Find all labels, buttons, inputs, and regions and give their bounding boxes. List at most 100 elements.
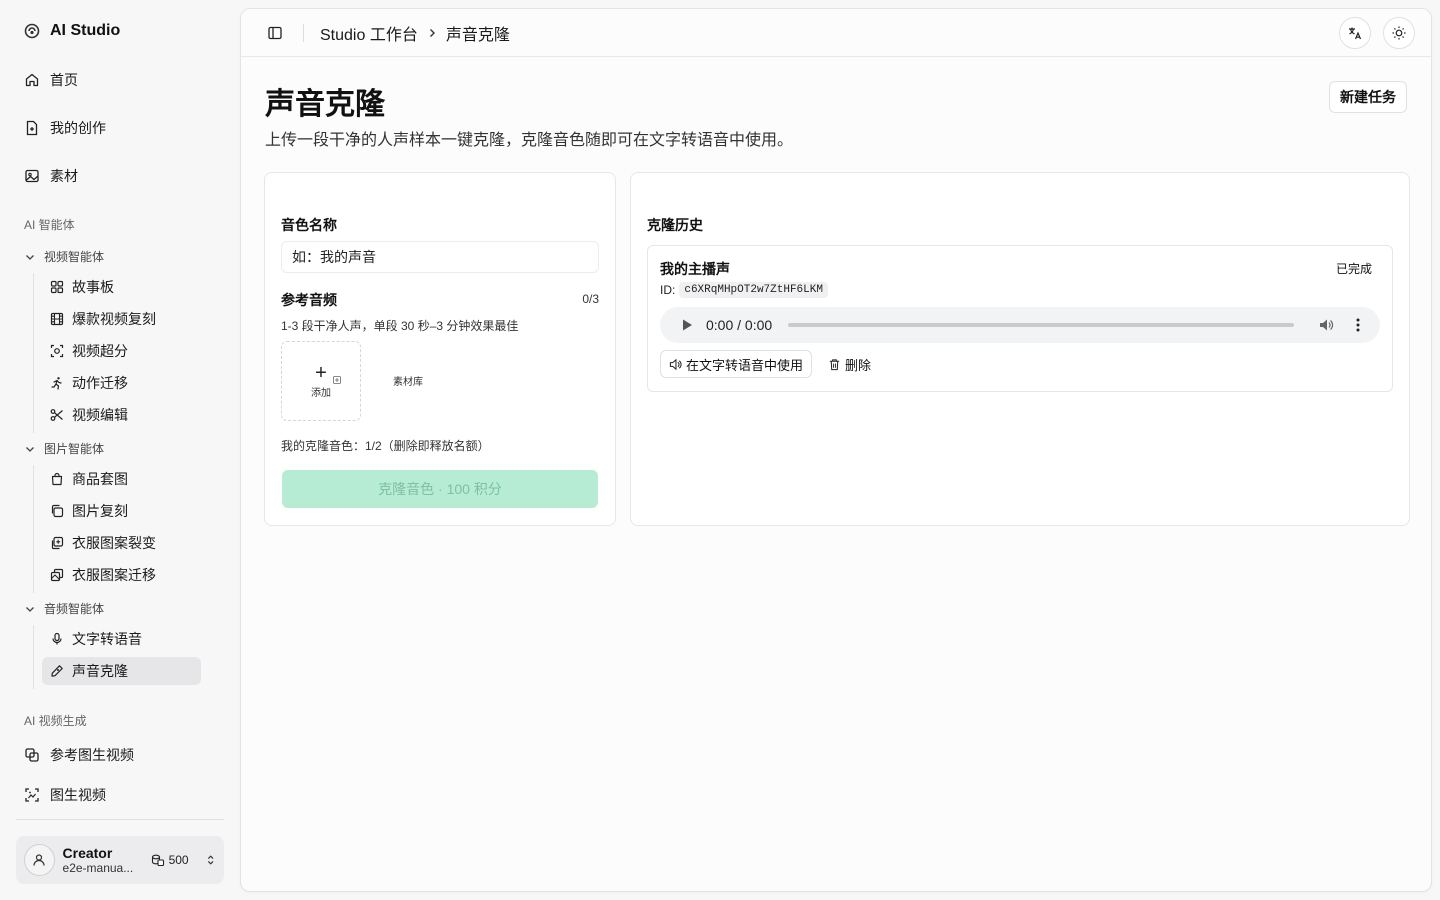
- sidebar-item-pattern-transfer[interactable]: 衣服图案迁移: [42, 561, 201, 589]
- sidebar-item-storyboard[interactable]: 故事板: [42, 273, 201, 301]
- video-gen-nav: 参考图生视频 图生视频: [16, 739, 224, 811]
- nav-item-my-creations[interactable]: 我的创作: [16, 112, 224, 144]
- divider: [303, 23, 304, 42]
- breadcrumb-current: 声音克隆: [445, 26, 510, 44]
- group-label: 视频智能体: [44, 250, 105, 264]
- shopping-bag-icon: [51, 472, 63, 486]
- sidebar-item-label: 声音克隆: [72, 663, 128, 679]
- sidebar-item-video-upscale[interactable]: 视频超分: [42, 337, 201, 365]
- group-toggle-video-agents[interactable]: 视频智能体: [24, 248, 104, 265]
- home-icon: [25, 73, 39, 87]
- voice-name: 我的主播声: [660, 261, 730, 277]
- group-toggle-image-agents[interactable]: 图片智能体: [24, 440, 104, 457]
- use-in-tts-button[interactable]: 在文字转语音中使用: [660, 350, 813, 378]
- nav-item-image-to-video[interactable]: 图生视频: [16, 779, 224, 811]
- sidebar-item-viral-video-replicate[interactable]: 爆款视频复刻: [42, 305, 201, 333]
- layers-icon: [25, 748, 39, 762]
- audio-progress-bar[interactable]: [788, 323, 1294, 327]
- pen-icon: [51, 665, 63, 677]
- credits-value: 500: [168, 853, 189, 867]
- sidebar-item-label: 视频编辑: [72, 407, 128, 423]
- sidebar-item-product-set[interactable]: 商品套图: [42, 465, 201, 493]
- delete-label: 删除: [845, 357, 872, 373]
- sidebar-divider: [16, 819, 224, 820]
- user-name: Creator: [62, 845, 113, 861]
- voice-id: ID: c6XRqMHpOT2w7ZtHF6LKM: [660, 282, 828, 298]
- clone-history-panel: 克隆历史 我的主播声 已完成 ID: c6XRqMHpOT2w7ZtHF6LKM…: [630, 172, 1410, 526]
- nav-item-label: 参考图生视频: [50, 747, 134, 763]
- upload-icon: [332, 375, 341, 384]
- image-plus-icon: [51, 536, 64, 550]
- chevron-down-icon: [26, 254, 34, 260]
- sun-icon: [1392, 26, 1406, 40]
- chevron-right-icon: [429, 28, 435, 37]
- group-label: 音频智能体: [44, 602, 105, 616]
- file-icon: [26, 120, 38, 136]
- group-label: 图片智能体: [44, 442, 105, 456]
- asset-library-link[interactable]: 素材库: [393, 373, 423, 388]
- sidebar-item-motion-transfer[interactable]: 动作迁移: [42, 369, 201, 397]
- voice-name-label: 音色名称: [281, 217, 337, 233]
- audio-player: 0:00 / 0:00: [660, 307, 1380, 343]
- theme-toggle-button[interactable]: [1383, 17, 1415, 49]
- running-icon: [51, 377, 62, 390]
- status-badge: 已完成: [1335, 262, 1372, 276]
- history-item: 我的主播声 已完成 ID: c6XRqMHpOT2w7ZtHF6LKM 0:00…: [647, 245, 1393, 392]
- sidebar-item-image-replicate[interactable]: 图片复刻: [42, 497, 201, 525]
- clone-voice-button[interactable]: 克隆音色 · 100 积分: [282, 470, 598, 508]
- section-label-ai-video: AI 视频生成: [24, 714, 87, 728]
- voice-id-value: c6XRqMHpOT2w7ZtHF6LKM: [679, 282, 828, 298]
- user-icon: [33, 854, 45, 866]
- volume-icon[interactable]: [1318, 317, 1334, 333]
- group-toggle-audio-agents[interactable]: 音频智能体: [24, 600, 104, 617]
- copy-icon: [51, 504, 64, 518]
- nav-item-label: 图生视频: [50, 787, 106, 803]
- sidebar-item-label: 商品套图: [72, 471, 128, 487]
- sidebar-item-label: 衣服图案迁移: [72, 567, 156, 583]
- add-audio-button[interactable]: + 添加: [281, 341, 361, 421]
- main-panel: Studio 工作台 声音克隆 声音克隆 上传一段干净的人声样本一键克隆，克隆音…: [240, 8, 1432, 892]
- nav-item-label: 我的创作: [50, 120, 106, 136]
- sidebar-item-video-edit[interactable]: 视频编辑: [42, 401, 201, 429]
- breadcrumb-root[interactable]: Studio 工作台: [320, 21, 418, 45]
- user-email: e2e-manua...: [62, 861, 134, 875]
- add-label: 添加: [311, 387, 331, 399]
- use-in-tts-label: 在文字转语音中使用: [686, 357, 804, 373]
- audio-agents-list: 文字转语音 声音克隆: [33, 625, 201, 689]
- user-menu[interactable]: Creator e2e-manua... 500: [16, 836, 224, 884]
- sidebar-item-text-to-speech[interactable]: 文字转语音: [42, 625, 201, 653]
- nav-item-label: 首页: [50, 72, 78, 88]
- nav-item-ref-image-to-video[interactable]: 参考图生视频: [16, 739, 224, 771]
- brand[interactable]: AI Studio: [24, 22, 120, 40]
- scissors-icon: [50, 409, 63, 421]
- sidebar-item-label: 图片复刻: [72, 503, 128, 519]
- nav-item-home[interactable]: 首页: [16, 64, 224, 96]
- sidebar-item-voice-clone[interactable]: 声音克隆: [42, 657, 201, 685]
- nav-item-assets[interactable]: 素材: [16, 160, 224, 192]
- language-button[interactable]: [1339, 17, 1371, 49]
- app-name: AI Studio: [50, 22, 121, 39]
- credits-badge: 500: [151, 853, 189, 867]
- sidebar: AI Studio 首页 我的创作 素材 AI 智能体 视频智能体 故事板 爆款…: [0, 0, 240, 900]
- primary-nav: 首页 我的创作 素材: [16, 64, 224, 192]
- chevron-down-icon: [26, 606, 34, 612]
- audio-time: 0:00 / 0:00: [706, 317, 773, 333]
- more-vertical-icon[interactable]: [1350, 317, 1366, 333]
- voice-id-label: ID:: [660, 283, 676, 297]
- trash-icon: [829, 358, 840, 370]
- scan-image-icon: [25, 788, 39, 802]
- sidebar-toggle-button[interactable]: [265, 23, 285, 43]
- plus-icon: +: [315, 363, 341, 384]
- play-icon[interactable]: [680, 318, 694, 332]
- new-task-button[interactable]: 新建任务: [1329, 81, 1407, 113]
- clone-history-title: 克隆历史: [647, 217, 703, 233]
- voice-name-input[interactable]: [281, 241, 599, 273]
- coins-icon: [151, 854, 164, 867]
- topbar: Studio 工作台 声音克隆: [241, 9, 1431, 57]
- ref-audio-label: 参考音频: [281, 292, 337, 308]
- clone-quota-text: 我的克隆音色：1/2（删除即释放名额）: [281, 439, 490, 453]
- page-title: 声音克隆: [265, 88, 385, 121]
- delete-button[interactable]: 删除: [820, 350, 879, 378]
- sidebar-item-label: 爆款视频复刻: [72, 311, 156, 327]
- sidebar-item-pattern-variation[interactable]: 衣服图案裂变: [42, 529, 201, 557]
